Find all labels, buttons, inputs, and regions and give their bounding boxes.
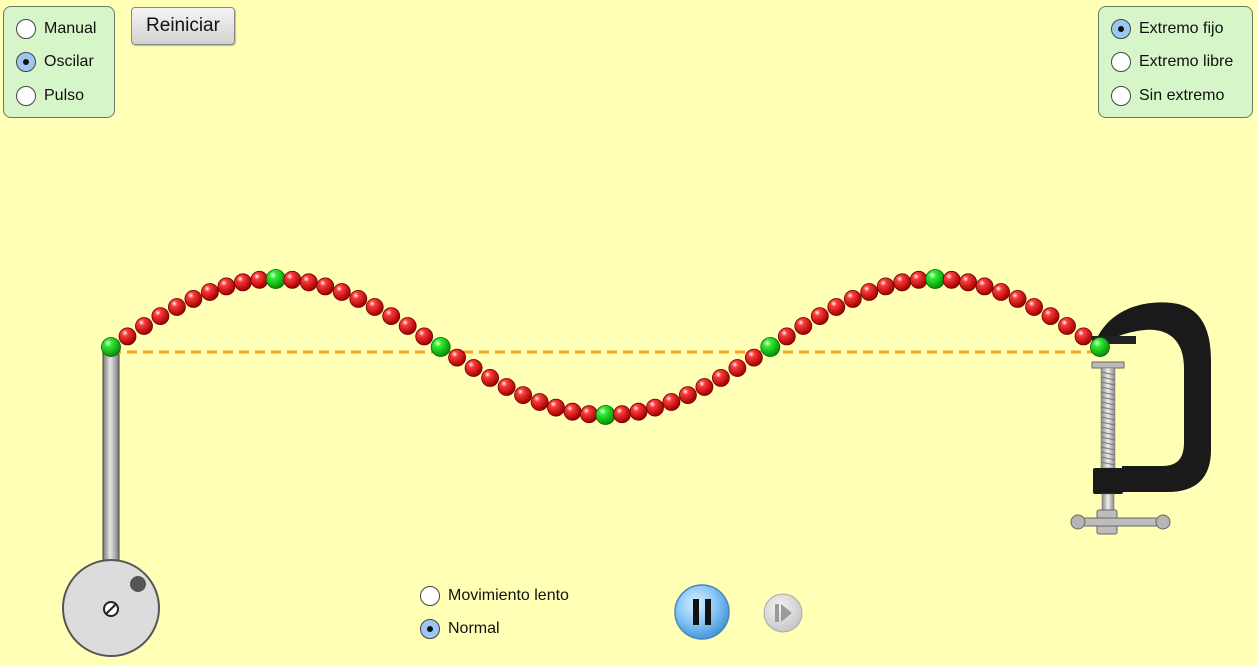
oscillator-post bbox=[102, 351, 120, 565]
string-bead[interactable] bbox=[646, 398, 664, 417]
string-beads[interactable] bbox=[101, 269, 1110, 425]
string-bead[interactable] bbox=[481, 368, 500, 387]
string-bead[interactable] bbox=[448, 348, 467, 367]
string-bead[interactable] bbox=[745, 348, 763, 367]
speed-option-slow[interactable]: Movimiento lento bbox=[420, 584, 569, 608]
string-bead[interactable] bbox=[860, 283, 879, 301]
string-bead[interactable] bbox=[712, 368, 730, 387]
string-bead[interactable] bbox=[514, 386, 532, 405]
string-bead[interactable] bbox=[167, 298, 186, 316]
string-bead[interactable] bbox=[200, 283, 219, 301]
marker-bead[interactable] bbox=[595, 405, 616, 425]
string-bead[interactable] bbox=[1058, 317, 1076, 335]
string-bead[interactable] bbox=[893, 273, 912, 292]
string-bead[interactable] bbox=[398, 317, 417, 335]
step-button[interactable] bbox=[761, 591, 805, 635]
string-bead[interactable] bbox=[332, 283, 351, 301]
speed-slow-label: Movimiento lento bbox=[448, 587, 569, 604]
string-bead[interactable] bbox=[382, 307, 401, 326]
speed-normal-label: Normal bbox=[448, 620, 500, 637]
pause-button[interactable] bbox=[673, 583, 731, 641]
string-bead[interactable] bbox=[876, 277, 895, 296]
string-bead[interactable] bbox=[629, 402, 648, 421]
string-bead[interactable] bbox=[464, 359, 483, 377]
string-bead[interactable] bbox=[810, 307, 829, 326]
string-bead[interactable] bbox=[365, 298, 384, 316]
string-bead[interactable] bbox=[992, 283, 1010, 301]
string-bead[interactable] bbox=[777, 327, 796, 346]
string-bead[interactable] bbox=[135, 317, 153, 335]
string-bead[interactable] bbox=[695, 378, 714, 396]
string-bead[interactable] bbox=[497, 378, 516, 396]
simulation-stage bbox=[62, 269, 1211, 657]
string-bead[interactable] bbox=[662, 393, 681, 411]
string-bead[interactable] bbox=[563, 402, 582, 421]
wheel-axle-icon bbox=[103, 601, 119, 617]
string-bead[interactable] bbox=[233, 273, 252, 292]
string-bead[interactable] bbox=[613, 405, 631, 424]
string-bead[interactable] bbox=[827, 298, 846, 316]
string-bead[interactable] bbox=[942, 270, 961, 289]
string-bead[interactable] bbox=[1025, 298, 1043, 316]
string-bead[interactable] bbox=[316, 277, 335, 296]
string-bead[interactable] bbox=[349, 289, 368, 308]
string-bead[interactable] bbox=[283, 270, 302, 289]
string-bead[interactable] bbox=[843, 289, 862, 308]
marker-bead[interactable] bbox=[925, 269, 946, 289]
speed-normal-radio[interactable] bbox=[420, 619, 440, 639]
string-bead[interactable] bbox=[1074, 327, 1093, 346]
string-bead[interactable] bbox=[1041, 307, 1060, 326]
string-bead[interactable] bbox=[299, 273, 318, 292]
marker-bead[interactable] bbox=[760, 337, 781, 357]
string-bead[interactable] bbox=[580, 405, 598, 424]
oscillator-wheel bbox=[62, 559, 160, 657]
string-bead[interactable] bbox=[118, 327, 137, 346]
string-bead[interactable] bbox=[909, 270, 928, 289]
string-bead[interactable] bbox=[1008, 289, 1027, 308]
marker-bead[interactable] bbox=[265, 269, 286, 289]
string-bead[interactable] bbox=[217, 277, 236, 296]
string-bead[interactable] bbox=[959, 273, 977, 292]
string-bead[interactable] bbox=[184, 289, 203, 308]
marker-bead[interactable] bbox=[1090, 337, 1110, 357]
string-bead[interactable] bbox=[794, 317, 813, 335]
string-bead[interactable] bbox=[530, 393, 549, 411]
string-bead[interactable] bbox=[151, 307, 170, 326]
string-bead[interactable] bbox=[250, 270, 269, 289]
speed-slow-radio[interactable] bbox=[420, 586, 440, 606]
string-bead[interactable] bbox=[547, 398, 565, 417]
marker-bead[interactable] bbox=[101, 337, 121, 357]
string-bead[interactable] bbox=[975, 277, 994, 296]
string-bead[interactable] bbox=[415, 327, 434, 346]
string-bead[interactable] bbox=[679, 386, 697, 405]
speed-option-normal[interactable]: Normal bbox=[420, 617, 500, 641]
string-bead[interactable] bbox=[728, 359, 747, 377]
marker-bead[interactable] bbox=[430, 337, 451, 357]
